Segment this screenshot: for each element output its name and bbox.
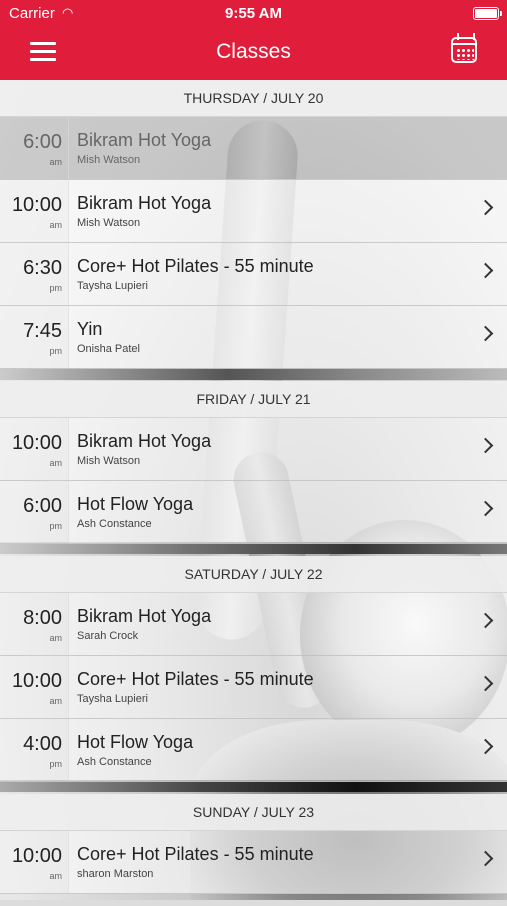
class-ampm: am (49, 696, 62, 706)
day-section: SUNDAY / JULY 23 10:00 am Core+ Hot Pila… (0, 794, 507, 894)
class-time: 10:00 (11, 670, 62, 692)
day-header: THURSDAY / JULY 20 (0, 80, 507, 117)
class-ampm: pm (49, 346, 62, 356)
class-name: Core+ Hot Pilates - 55 minute (77, 256, 314, 276)
class-instructor: sharon Marston (77, 868, 154, 880)
class-time-column: 8:00 am (0, 593, 69, 655)
chevron-right-icon (477, 612, 494, 629)
class-time: 10:00 (11, 845, 62, 867)
class-row[interactable]: 10:00 am Core+ Hot Pilates - 55 minute T… (0, 656, 507, 719)
class-name: Bikram Hot Yoga (77, 606, 212, 626)
class-name: Core+ Hot Pilates - 55 minute (77, 844, 314, 864)
class-instructor: Mish Watson (77, 455, 141, 467)
class-time-column: 10:00 am (0, 656, 69, 718)
class-instructor: Mish Watson (77, 154, 141, 166)
day-section: THURSDAY / JULY 20 6:00 am Bikram Hot Yo… (0, 80, 507, 369)
class-time-column: 10:00 am (0, 180, 69, 242)
class-ampm: pm (49, 283, 62, 293)
class-info: Yin Onisha Patel (69, 306, 507, 368)
class-ampm: am (49, 633, 62, 643)
class-row[interactable]: 4:00 pm Hot Flow Yoga Ash Constance (0, 719, 507, 782)
class-row[interactable]: 7:45 pm Yin Onisha Patel (0, 306, 507, 369)
day-section: FRIDAY / JULY 21 10:00 am Bikram Hot Yog… (0, 381, 507, 544)
class-row[interactable]: 6:00 pm Hot Flow Yoga Ash Constance (0, 481, 507, 544)
chevron-right-icon (477, 675, 494, 692)
class-time-column: 10:00 am (0, 831, 69, 893)
class-row[interactable]: 10:00 am Core+ Hot Pilates - 55 minute s… (0, 831, 507, 894)
class-schedule-list: THURSDAY / JULY 20 6:00 am Bikram Hot Yo… (0, 80, 507, 906)
class-time-column: 6:00 am (0, 117, 69, 179)
class-time: 7:45 (23, 320, 62, 342)
calendar-icon[interactable] (451, 33, 477, 63)
class-name: Hot Flow Yoga (77, 494, 194, 514)
class-info: Core+ Hot Pilates - 55 minute sharon Mar… (69, 831, 507, 893)
class-info: Bikram Hot Yoga Mish Watson (69, 180, 507, 242)
chevron-right-icon (477, 850, 494, 867)
class-ampm: am (49, 458, 62, 468)
status-time: 9:55 AM (225, 5, 282, 22)
class-name: Core+ Hot Pilates - 55 minute (77, 669, 314, 689)
class-info: Core+ Hot Pilates - 55 minute Taysha Lup… (69, 243, 507, 305)
class-time: 6:00 (23, 495, 62, 517)
class-time-column: 6:00 pm (0, 481, 69, 543)
class-row: 6:00 am Bikram Hot Yoga Mish Watson (0, 117, 507, 180)
status-bar: Carrier ◠ 9:55 AM (0, 0, 507, 28)
class-time: 6:00 (23, 131, 62, 153)
class-time: 8:00 (23, 607, 62, 629)
class-ampm: am (49, 157, 62, 167)
class-time-column: 6:30 pm (0, 243, 69, 305)
day-header: FRIDAY / JULY 21 (0, 381, 507, 418)
class-time-column: 7:45 pm (0, 306, 69, 368)
chevron-right-icon (477, 738, 494, 755)
chevron-right-icon (477, 262, 494, 279)
class-row[interactable]: 8:00 am Bikram Hot Yoga Sarah Crock (0, 593, 507, 656)
class-name: Bikram Hot Yoga (77, 130, 212, 150)
class-info: Bikram Hot Yoga Mish Watson (69, 418, 507, 480)
class-time: 10:00 (11, 194, 62, 216)
navigation-bar: Carrier ◠ 9:55 AM Classes (0, 0, 507, 80)
day-header: SUNDAY / JULY 23 (0, 794, 507, 831)
class-info: Core+ Hot Pilates - 55 minute Taysha Lup… (69, 656, 507, 718)
class-info: Hot Flow Yoga Ash Constance (69, 481, 507, 543)
battery-icon (473, 7, 502, 20)
class-row[interactable]: 10:00 am Bikram Hot Yoga Mish Watson (0, 180, 507, 243)
class-time-column: 4:00 pm (0, 719, 69, 781)
chevron-right-icon (477, 325, 494, 342)
class-instructor: Sarah Crock (77, 630, 139, 642)
class-row[interactable]: 6:30 pm Core+ Hot Pilates - 55 minute Ta… (0, 243, 507, 306)
class-instructor: Taysha Lupieri (77, 693, 148, 705)
class-instructor: Ash Constance (77, 518, 152, 530)
class-name: Bikram Hot Yoga (77, 431, 212, 451)
class-ampm: pm (49, 521, 62, 531)
class-name: Bikram Hot Yoga (77, 193, 212, 213)
chevron-right-icon (477, 500, 494, 517)
chevron-right-icon (477, 437, 494, 454)
class-time: 6:30 (23, 257, 62, 279)
day-section: SATURDAY / JULY 22 8:00 am Bikram Hot Yo… (0, 556, 507, 782)
class-ampm: am (49, 220, 62, 230)
class-row[interactable]: 10:00 am Bikram Hot Yoga Mish Watson (0, 418, 507, 481)
class-ampm: am (49, 871, 62, 881)
class-info: Hot Flow Yoga Ash Constance (69, 719, 507, 781)
class-time: 4:00 (23, 733, 62, 755)
class-instructor: Onisha Patel (77, 343, 140, 355)
class-instructor: Ash Constance (77, 756, 152, 768)
class-instructor: Mish Watson (77, 217, 141, 229)
class-ampm: pm (49, 759, 62, 769)
class-name: Hot Flow Yoga (77, 732, 194, 752)
day-header: SATURDAY / JULY 22 (0, 556, 507, 593)
class-name: Yin (77, 319, 103, 339)
class-time-column: 10:00 am (0, 418, 69, 480)
class-info: Bikram Hot Yoga Sarah Crock (69, 593, 507, 655)
chevron-right-icon (477, 199, 494, 216)
page-title: Classes (216, 40, 291, 63)
class-info: Bikram Hot Yoga Mish Watson (69, 117, 507, 179)
class-instructor: Taysha Lupieri (77, 280, 148, 292)
class-time: 10:00 (11, 432, 62, 454)
